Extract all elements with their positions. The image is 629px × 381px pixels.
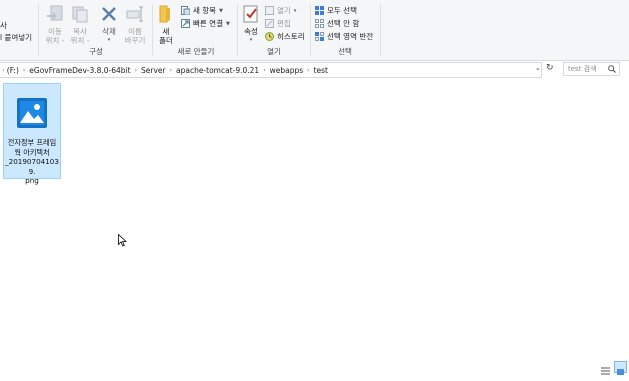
delete-label: 삭제	[102, 27, 116, 36]
move-to-icon	[45, 4, 65, 24]
breadcrumb-apache-tomcat[interactable]: apache-tomcat-9.0.21	[172, 66, 263, 75]
invert-selection-icon	[315, 32, 324, 41]
open-icon	[265, 6, 274, 15]
new-folder-label: 새 폴더	[159, 27, 173, 45]
move-to-button[interactable]: 이동 위치 -	[44, 4, 66, 45]
open-button[interactable]: 열기 ▾	[265, 5, 296, 16]
easy-access-label: 빠른 연결	[193, 19, 223, 28]
large-icons-view-icon[interactable]	[614, 361, 627, 375]
open-caret: ▾	[293, 7, 297, 14]
breadcrumb-egovframedev[interactable]: eGovFrameDev-3.8.0-64bit	[25, 66, 134, 75]
select-none-button[interactable]: 선택 안 함	[315, 18, 359, 29]
details-view-icon[interactable]	[600, 361, 611, 375]
file-name-line: 전자정부 프레임	[7, 138, 57, 147]
properties-label: 속성	[244, 27, 258, 36]
group-separator	[380, 4, 381, 56]
select-none-icon	[315, 19, 324, 28]
breadcrumb-webapps[interactable]: webapps	[266, 66, 308, 75]
group-separator	[38, 4, 39, 56]
easy-access-icon	[181, 19, 190, 28]
rename-button[interactable]: 이름 바꾸기	[123, 4, 147, 45]
refresh-icon[interactable]: ↻	[546, 63, 554, 73]
rename-label: 이름 바꾸기	[124, 27, 146, 45]
new-item-button[interactable]: 새 항목 ▼	[181, 5, 223, 16]
easy-access-caret: ▼	[225, 20, 230, 27]
open-group-label: 열기	[267, 47, 281, 56]
invert-selection-label: 선택 영역 반전	[327, 32, 374, 41]
search-icon	[608, 65, 616, 75]
paste-button[interactable]: l 붙여넣기	[0, 32, 32, 43]
file-name-line: _201907041039.	[5, 157, 59, 176]
select-all-button[interactable]: 모두 선택	[315, 5, 357, 16]
easy-access-button[interactable]: 빠른 연결 ▼	[181, 18, 230, 29]
search-placeholder: test 검색	[568, 65, 597, 73]
clipboard-partial-top[interactable]: 사	[0, 20, 7, 31]
history-button[interactable]: 히스토리	[265, 31, 305, 42]
breadcrumb-test[interactable]: test	[310, 66, 332, 75]
new-group-label: 새로 만들기	[177, 47, 215, 56]
new-item-icon	[181, 6, 191, 16]
edit-button[interactable]: 편집	[265, 18, 291, 29]
breadcrumb-server[interactable]: Server	[137, 66, 170, 75]
history-icon	[265, 32, 274, 41]
properties-caret: ▾	[249, 37, 253, 43]
group-separator	[237, 4, 238, 56]
history-label: 히스토리	[277, 32, 305, 41]
group-separator	[310, 4, 311, 56]
properties-button[interactable]: 속성 ▾	[240, 4, 262, 45]
delete-icon	[99, 4, 119, 24]
move-to-label: 이동 위치 -	[45, 27, 65, 45]
file-item[interactable]: 전자정부 프레임 웍 아키텍처 _201907041039. png	[3, 83, 61, 185]
delete-button[interactable]: 삭제 ▾	[98, 4, 120, 45]
delete-caret: ▾	[107, 37, 111, 43]
file-list-area[interactable]: 전자정부 프레임 웍 아키텍처 _201907041039. png	[0, 78, 629, 374]
copy-to-button[interactable]: 복사 위치 -	[69, 4, 91, 45]
select-all-label: 모두 선택	[327, 6, 357, 15]
file-name-line: 웍 아키텍처	[14, 147, 50, 157]
edit-label: 편집	[277, 19, 291, 28]
file-name-line: png	[25, 176, 39, 185]
copy-to-label: 복사 위치 -	[70, 27, 90, 45]
new-item-caret: ▼	[219, 7, 223, 14]
paste-label: l 붙여넣기	[0, 33, 33, 42]
new-folder-button[interactable]: 새 폴더	[156, 4, 176, 45]
search-input[interactable]: test 검색	[563, 62, 620, 76]
clipboard-partial-top-label: 사	[0, 21, 7, 30]
image-file-icon	[15, 96, 49, 130]
new-item-label: 새 항목	[193, 6, 217, 15]
address-row: · (F:) › eGovFrameDev-3.8.0-64bit › Serv…	[0, 62, 629, 78]
properties-icon	[241, 4, 261, 24]
copy-to-icon	[70, 4, 90, 24]
group-separator	[152, 4, 153, 56]
mouse-cursor-icon	[118, 232, 128, 251]
breadcrumb-drive[interactable]: · (F:)	[0, 66, 23, 75]
organize-group-label: 구성	[89, 47, 103, 56]
address-bar[interactable]: · (F:) › eGovFrameDev-3.8.0-64bit › Serv…	[0, 62, 542, 78]
new-folder-icon	[156, 4, 176, 24]
edit-icon	[265, 19, 274, 28]
open-label: 열기	[277, 6, 291, 15]
rename-icon	[125, 4, 145, 24]
select-none-label: 선택 안 함	[327, 19, 360, 28]
invert-selection-button[interactable]: 선택 영역 반전	[315, 31, 373, 42]
select-group-label: 선택	[338, 47, 352, 56]
ribbon: 사 l 붙여넣기 이동 위치 - 복사 위치 - 삭제 ▾ 이름 바꾸기 구성	[0, 0, 629, 61]
file-name: 전자정부 프레임 웍 아키텍처 _201907041039. png	[4, 138, 60, 186]
address-history-chevron-icon[interactable]: ⌄	[535, 64, 541, 72]
select-all-icon	[315, 6, 324, 15]
